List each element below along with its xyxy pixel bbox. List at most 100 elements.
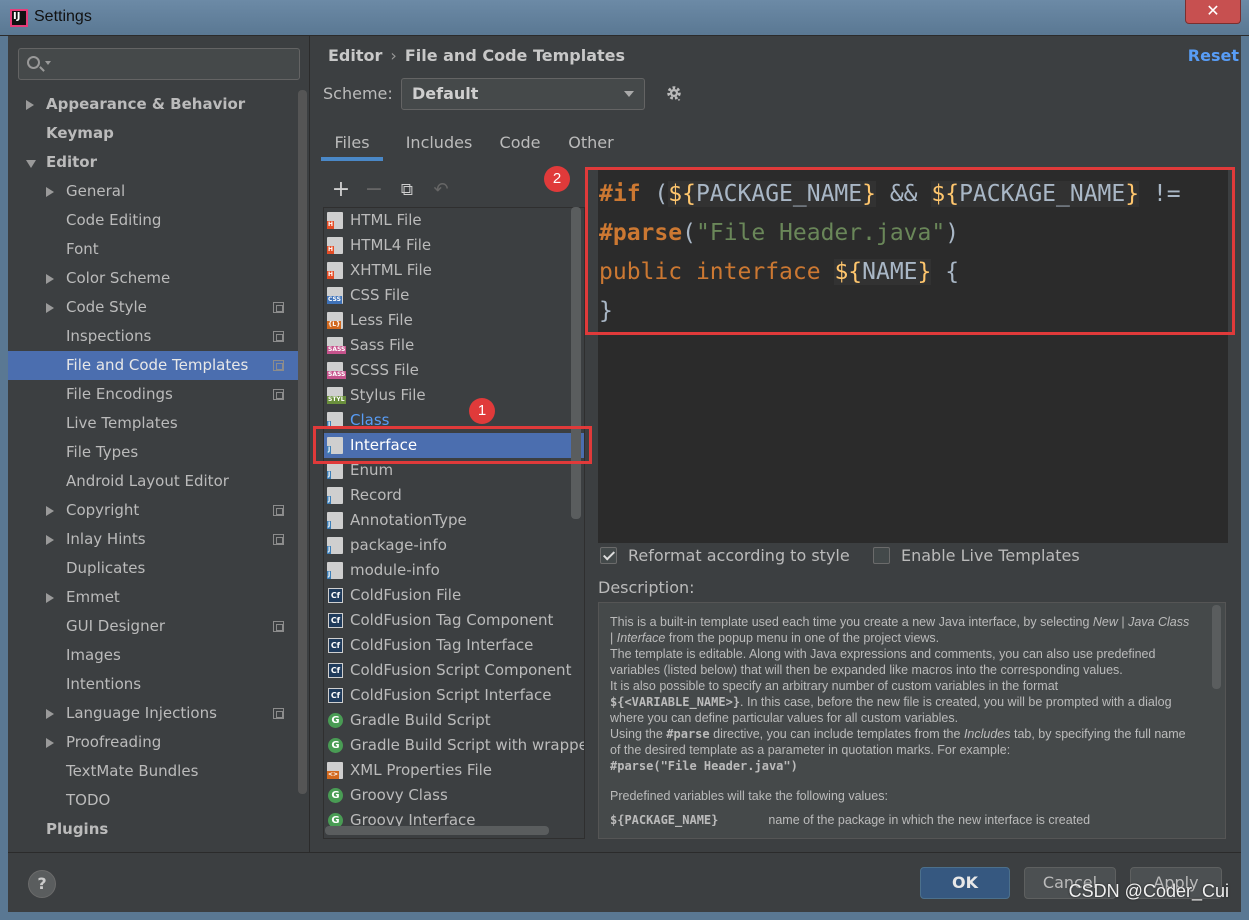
sidebar-item-inspections[interactable]: Inspections — [8, 322, 298, 351]
scheme-select[interactable]: Default — [401, 78, 645, 110]
sidebar-item-android-layout-editor[interactable]: Android Layout Editor — [8, 467, 298, 496]
template-item-html4-file[interactable]: H HTML4 File — [324, 233, 584, 258]
sidebar-item-appearance-behavior[interactable]: Appearance & Behavior — [8, 90, 298, 119]
template-item-coldfusion-tag-interface[interactable]: Cf ColdFusion Tag Interface — [324, 633, 584, 658]
sidebar-item-code-editing[interactable]: Code Editing — [8, 206, 298, 235]
sidebar-item-color-scheme[interactable]: Color Scheme — [8, 264, 298, 293]
breadcrumb-separator: › — [390, 46, 397, 65]
copy-template-button[interactable]: ⧉ — [397, 181, 417, 201]
template-item-xml-properties-file[interactable]: <> XML Properties File — [324, 758, 584, 783]
sidebar-item-emmet[interactable]: Emmet — [8, 583, 298, 612]
template-item-record[interactable]: J Record — [324, 483, 584, 508]
sidebar-item-general[interactable]: General — [8, 177, 298, 206]
template-item-coldfusion-tag-component[interactable]: Cf ColdFusion Tag Component — [324, 608, 584, 633]
breadcrumb-editor[interactable]: Editor — [328, 46, 382, 65]
sidebar-item-label: File Encodings — [66, 385, 173, 403]
description-label: Description: — [598, 578, 695, 597]
chevron-right-icon[interactable] — [46, 506, 54, 516]
add-template-button[interactable]: + — [331, 179, 351, 201]
template-item-sass-file[interactable]: SASS Sass File — [324, 333, 584, 358]
templates-list-vertical-scrollbar[interactable] — [571, 207, 581, 519]
description-scrollbar[interactable] — [1212, 605, 1221, 689]
gear-icon[interactable] — [665, 84, 683, 102]
sidebar-item-file-types[interactable]: File Types — [8, 438, 298, 467]
chevron-right-icon[interactable] — [46, 274, 54, 284]
chevron-right-icon[interactable] — [46, 303, 54, 313]
coldfusion-icon: Cf — [328, 688, 343, 703]
chevron-right-icon[interactable] — [26, 100, 34, 110]
file-type-tag: CSS — [327, 296, 342, 304]
sidebar-item-label: Live Templates — [66, 414, 178, 432]
sidebar-item-todo[interactable]: TODO — [8, 786, 298, 815]
project-scope-icon — [273, 360, 284, 371]
sidebar-item-images[interactable]: Images — [8, 641, 298, 670]
template-item-coldfusion-script-interface[interactable]: Cf ColdFusion Script Interface — [324, 683, 584, 708]
reset-link[interactable]: Reset — [1188, 46, 1239, 65]
reset-template-button[interactable]: ↶ — [431, 181, 451, 201]
template-item-html-file[interactable]: H HTML File — [324, 208, 584, 233]
template-item-label: XML Properties File — [350, 761, 493, 779]
sidebar-item-file-encodings[interactable]: File Encodings — [8, 380, 298, 409]
sidebar-item-editor[interactable]: Editor — [8, 148, 298, 177]
sidebar-scrollbar[interactable] — [298, 90, 307, 794]
template-item-gradle-build-script-with-wrapper[interactable]: G Gradle Build Script with wrapper — [324, 733, 584, 758]
file-type-tag: J — [327, 471, 332, 479]
template-item-scss-file[interactable]: SASS SCSS File — [324, 358, 584, 383]
template-item-stylus-file[interactable]: STYL Stylus File — [324, 383, 584, 408]
window-close-button[interactable]: ✕ — [1185, 0, 1241, 24]
sidebar-item-proofreading[interactable]: Proofreading — [8, 728, 298, 757]
template-item-coldfusion-script-component[interactable]: Cf ColdFusion Script Component — [324, 658, 584, 683]
chevron-right-icon[interactable] — [46, 535, 54, 545]
ok-button[interactable]: OK — [920, 867, 1010, 899]
chevron-right-icon[interactable] — [46, 709, 54, 719]
sidebar-item-textmate-bundles[interactable]: TextMate Bundles — [8, 757, 298, 786]
tab-includes[interactable]: Includes — [395, 131, 483, 161]
template-item-coldfusion-file[interactable]: Cf ColdFusion File — [324, 583, 584, 608]
sidebar-item-label: Emmet — [66, 588, 120, 606]
tab-code[interactable]: Code — [491, 131, 549, 161]
reformat-checkbox[interactable] — [600, 547, 617, 564]
sidebar-item-label: TextMate Bundles — [66, 762, 199, 780]
template-item-module-info[interactable]: Jmodule-info — [324, 558, 584, 583]
template-item-annotationtype[interactable]: J AnnotationType — [324, 508, 584, 533]
remove-template-button[interactable]: − — [364, 179, 384, 201]
sidebar-item-inlay-hints[interactable]: Inlay Hints — [8, 525, 298, 554]
chevron-down-icon[interactable] — [26, 160, 36, 168]
sidebar-item-language-injections[interactable]: Language Injections — [8, 699, 298, 728]
sidebar-item-gui-designer[interactable]: GUI Designer — [8, 612, 298, 641]
chevron-right-icon[interactable] — [46, 593, 54, 603]
sidebar-item-copyright[interactable]: Copyright — [8, 496, 298, 525]
sidebar-item-code-style[interactable]: Code Style — [8, 293, 298, 322]
live-templates-checkbox[interactable] — [873, 547, 890, 564]
sidebar-item-duplicates[interactable]: Duplicates — [8, 554, 298, 583]
template-item-label: AnnotationType — [350, 511, 467, 529]
gradle-icon: G — [328, 738, 343, 753]
chevron-right-icon[interactable] — [46, 738, 54, 748]
sidebar-item-font[interactable]: Font — [8, 235, 298, 264]
tab-files[interactable]: Files — [321, 131, 383, 161]
sidebar-item-plugins[interactable]: Plugins — [8, 815, 298, 844]
file-type-tag: J — [327, 571, 332, 579]
file-type-tag: H — [327, 246, 335, 254]
settings-search-box[interactable] — [18, 48, 300, 80]
sidebar-item-live-templates[interactable]: Live Templates — [8, 409, 298, 438]
settings-search-input[interactable] — [53, 53, 293, 75]
sidebar-item-file-and-code-templates[interactable]: File and Code Templates — [8, 351, 298, 380]
sidebar-item-keymap[interactable]: Keymap — [8, 119, 298, 148]
chevron-right-icon[interactable] — [46, 187, 54, 197]
template-item-groovy-class[interactable]: G Groovy Class — [324, 783, 584, 808]
help-button[interactable]: ? — [28, 870, 56, 898]
template-item-gradle-build-script[interactable]: G Gradle Build Script — [324, 708, 584, 733]
template-item-css-file[interactable]: CSS CSS File — [324, 283, 584, 308]
template-item-label: ColdFusion Script Interface — [350, 686, 552, 704]
reformat-label: Reformat according to style — [628, 546, 850, 565]
tab-other[interactable]: Other — [561, 131, 621, 161]
search-history-dropdown-icon[interactable] — [45, 61, 51, 65]
template-item-less-file[interactable]: {L} Less File — [324, 308, 584, 333]
sidebar-item-intentions[interactable]: Intentions — [8, 670, 298, 699]
less-file-icon: {L} — [327, 312, 343, 329]
template-item-package-info[interactable]: Jpackage-info — [324, 533, 584, 558]
html-file-icon: H — [327, 237, 343, 254]
templates-list-horizontal-scrollbar[interactable] — [325, 826, 549, 835]
template-item-xhtml-file[interactable]: H XHTML File — [324, 258, 584, 283]
